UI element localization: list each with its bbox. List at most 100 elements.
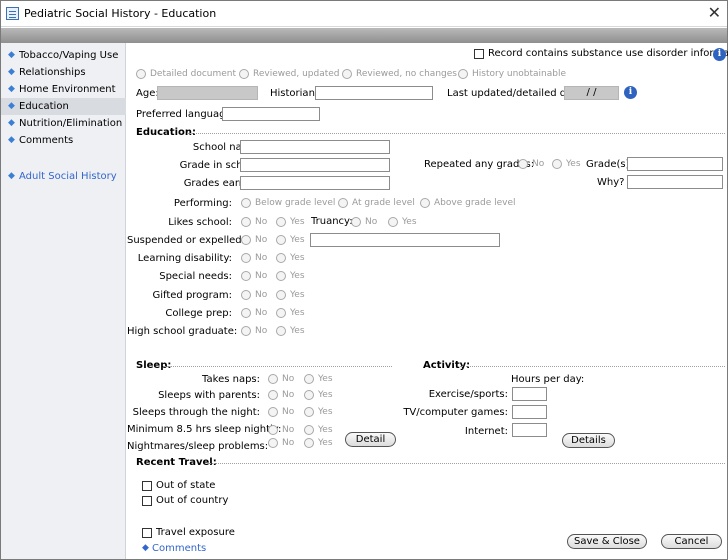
- last-updated-field: / /: [564, 86, 619, 100]
- radio-label: No: [255, 308, 268, 318]
- radio-label: Yes: [318, 390, 333, 400]
- gifted-program-no-radio[interactable]: [241, 290, 251, 300]
- truancy-yes-radio[interactable]: [388, 217, 398, 227]
- suspended-details-field[interactable]: [310, 233, 500, 247]
- truancy-label: Truancy:: [311, 216, 353, 227]
- grades-label: Grade(s):: [586, 159, 633, 170]
- sidebar-item-adult-social-history[interactable]: ◆ Adult Social History: [1, 168, 126, 185]
- close-icon[interactable]: ✕: [708, 3, 721, 22]
- sidebar-item-tobacco[interactable]: ◆ Tobacco/Vaping Use: [1, 47, 126, 64]
- travel-exposure-checkbox[interactable]: [142, 528, 152, 538]
- activity-details-button[interactable]: Details: [562, 433, 615, 448]
- sleeps-with-parents-label: Sleeps with parents:: [158, 390, 260, 401]
- age-field: [157, 86, 258, 100]
- tv-games-label: TV/computer games:: [403, 407, 508, 418]
- radio-label: Yes: [290, 217, 305, 227]
- doc-status-label: Reviewed, no changes: [356, 69, 457, 79]
- performing-below-radio[interactable]: [241, 198, 251, 208]
- min-sleep-no-radio[interactable]: [268, 425, 278, 435]
- radio-label: Yes: [318, 425, 333, 435]
- why-field[interactable]: [627, 175, 723, 189]
- substance-use-checkbox[interactable]: [474, 49, 484, 59]
- doc-status-reviewed-updated-radio[interactable]: [239, 69, 249, 79]
- likes-school-label: Likes school:: [168, 217, 232, 228]
- min-sleep-label: Minimum 8.5 hrs sleep nightly:: [127, 424, 282, 435]
- sleeps-through-night-yes-radio[interactable]: [304, 407, 314, 417]
- out-of-state-checkbox[interactable]: [142, 481, 152, 491]
- save-close-button[interactable]: Save & Close: [567, 534, 647, 549]
- out-of-country-checkbox[interactable]: [142, 496, 152, 506]
- nightmares-label: Nightmares/sleep problems:: [127, 441, 269, 452]
- toolbar-band: [1, 28, 727, 43]
- gifted-program-yes-radio[interactable]: [276, 290, 286, 300]
- radio-label: Yes: [290, 290, 305, 300]
- doc-status-detailed-radio[interactable]: [136, 69, 146, 79]
- historian-field[interactable]: [315, 86, 433, 100]
- takes-naps-no-radio[interactable]: [268, 374, 278, 384]
- radio-label: No: [255, 326, 268, 336]
- nightmares-no-radio[interactable]: [268, 438, 278, 448]
- info-icon[interactable]: i: [624, 86, 637, 99]
- gifted-program-label: Gifted program:: [152, 290, 232, 301]
- takes-naps-yes-radio[interactable]: [304, 374, 314, 384]
- performing-above-radio[interactable]: [420, 198, 430, 208]
- doc-status-no-changes-radio[interactable]: [342, 69, 352, 79]
- repeated-yes-radio[interactable]: [552, 159, 562, 169]
- likes-school-yes-radio[interactable]: [276, 217, 286, 227]
- radio-label: No: [282, 438, 295, 448]
- doc-status-unobtainable-radio[interactable]: [458, 69, 468, 79]
- performing-at-radio[interactable]: [338, 198, 348, 208]
- college-prep-yes-radio[interactable]: [276, 308, 286, 318]
- grade-field[interactable]: [240, 158, 390, 172]
- info-icon[interactable]: i: [713, 48, 726, 61]
- grades-earned-field[interactable]: [240, 176, 390, 190]
- sidebar-item-education[interactable]: ◆ Education: [1, 98, 126, 115]
- hs-graduate-yes-radio[interactable]: [276, 326, 286, 336]
- preferred-language-field[interactable]: [222, 107, 320, 121]
- radio-label: Yes: [318, 438, 333, 448]
- radio-label: Yes: [402, 217, 417, 227]
- learning-disability-no-radio[interactable]: [241, 253, 251, 263]
- why-label: Why?: [597, 177, 625, 188]
- internet-label: Internet:: [464, 426, 508, 437]
- suspended-no-radio[interactable]: [241, 235, 251, 245]
- special-needs-no-radio[interactable]: [241, 271, 251, 281]
- sidebar-item-home-environment[interactable]: ◆ Home Environment: [1, 81, 126, 98]
- nightmares-yes-radio[interactable]: [304, 438, 314, 448]
- internet-hours-field[interactable]: [512, 423, 547, 437]
- sleeps-with-parents-no-radio[interactable]: [268, 390, 278, 400]
- sidebar: ◆ Tobacco/Vaping Use ◆ Relationships ◆ Home…: [1, 43, 126, 559]
- min-sleep-yes-radio[interactable]: [304, 425, 314, 435]
- sleeps-through-night-no-radio[interactable]: [268, 407, 278, 417]
- suspended-yes-radio[interactable]: [276, 235, 286, 245]
- hs-graduate-no-radio[interactable]: [241, 326, 251, 336]
- learning-disability-yes-radio[interactable]: [276, 253, 286, 263]
- repeated-no-radio[interactable]: [518, 159, 528, 169]
- last-updated-label: Last updated/detailed doc:: [447, 88, 582, 99]
- cancel-button[interactable]: Cancel: [661, 534, 722, 549]
- sidebar-item-comments[interactable]: ◆ Comments: [1, 132, 126, 149]
- section-divider: [460, 366, 725, 367]
- college-prep-label: College prep:: [165, 308, 232, 319]
- radio-label: No: [282, 425, 295, 435]
- sidebar-item-relationships[interactable]: ◆ Relationships: [1, 64, 126, 81]
- college-prep-no-radio[interactable]: [241, 308, 251, 318]
- special-needs-yes-radio[interactable]: [276, 271, 286, 281]
- sleeps-with-parents-yes-radio[interactable]: [304, 390, 314, 400]
- radio-label: Yes: [290, 271, 305, 281]
- comments-link[interactable]: Comments: [152, 543, 206, 554]
- truancy-no-radio[interactable]: [351, 217, 361, 227]
- tv-games-hours-field[interactable]: [512, 405, 547, 419]
- school-name-field[interactable]: [240, 140, 390, 154]
- radio-label: No: [532, 159, 545, 169]
- radio-label: No: [282, 407, 295, 417]
- exercise-hours-field[interactable]: [512, 387, 547, 401]
- doc-status-label: History unobtainable: [472, 69, 567, 79]
- window-title: Pediatric Social History - Education: [24, 7, 217, 20]
- sidebar-item-nutrition[interactable]: ◆ Nutrition/Elimination: [1, 115, 126, 132]
- radio-label: Yes: [290, 326, 305, 336]
- diamond-icon: ◆: [8, 118, 15, 128]
- age-label: Age:: [136, 88, 159, 99]
- likes-school-no-radio[interactable]: [241, 217, 251, 227]
- grades-field[interactable]: [627, 157, 723, 171]
